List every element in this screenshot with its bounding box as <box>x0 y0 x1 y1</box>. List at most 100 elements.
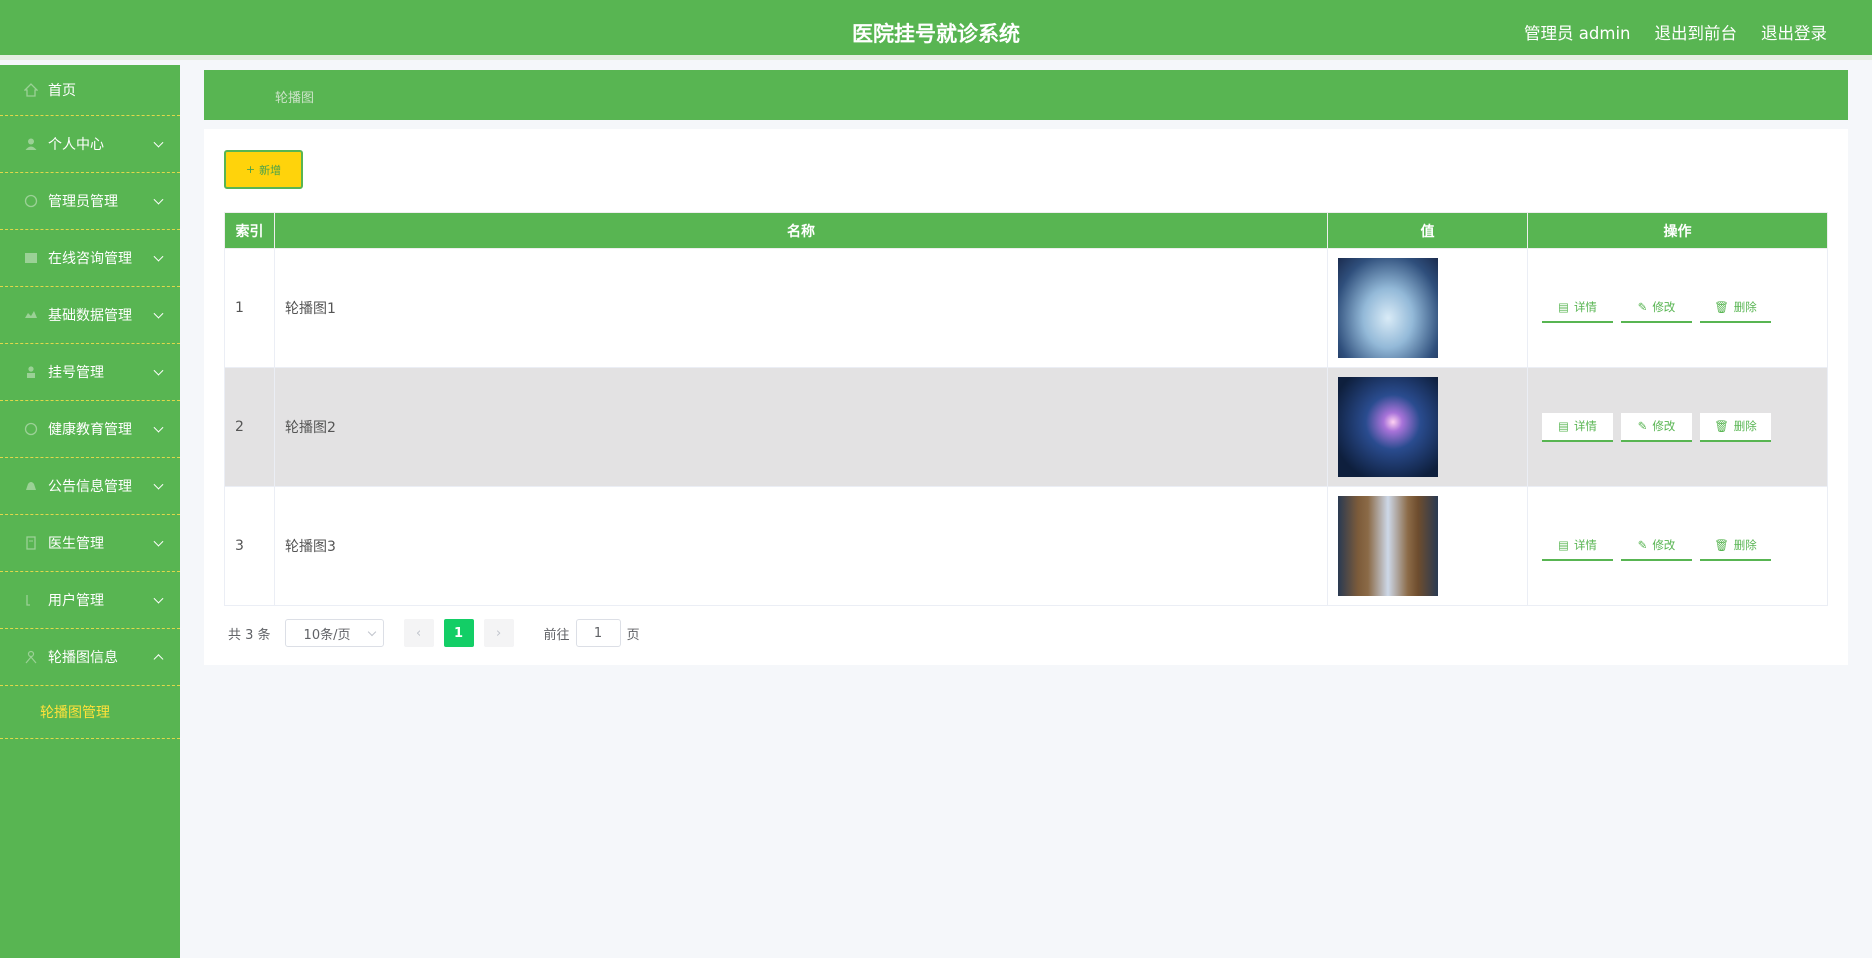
pencil-icon: ✎ <box>1637 300 1648 314</box>
delete-button[interactable]: 🗑 删除 <box>1700 412 1771 442</box>
sidebar-item-home[interactable]: 首页 <box>0 65 180 116</box>
sidebar-item-label: 公告信息管理 <box>48 479 132 495</box>
bell-icon <box>24 479 38 493</box>
detail-button[interactable]: ▤ 详情 <box>1542 412 1613 442</box>
sidebar-item-label: 首页 <box>48 83 76 99</box>
chevron-down-icon <box>153 137 164 148</box>
document-icon: ▤ <box>1558 538 1569 552</box>
next-page-button[interactable]: › <box>483 619 514 647</box>
chevron-left-icon: ‹ <box>415 625 422 641</box>
trash-icon: 🗑 <box>1714 419 1729 433</box>
home-icon <box>24 83 38 97</box>
circle-icon <box>24 194 38 208</box>
sidebar-subitem-carousel-management[interactable]: 轮播图管理 <box>0 686 180 739</box>
page-number-current[interactable]: 1 <box>443 619 474 647</box>
sidebar-item-users[interactable]: 用户管理 <box>0 572 180 629</box>
carousel-table: 索引 名称 值 操作 1 轮播图1 ▤ 详情 ✎ 修改 🗑 删除 2 轮播图2 … <box>224 212 1828 606</box>
edit-label: 修改 <box>1652 419 1676 433</box>
breadcrumb-current: 轮播图 <box>275 91 315 106</box>
to-front-link[interactable]: 退出到前台 <box>1655 20 1738 44</box>
logout-link[interactable]: 退出登录 <box>1761 20 1827 44</box>
edit-button[interactable]: ✎ 修改 <box>1621 412 1692 442</box>
pagination: 共 3 条 10条/页 ‹ 1 › 前往 页 <box>228 619 640 647</box>
sidebar-item-admin-management[interactable]: 管理员管理 <box>0 173 180 230</box>
detail-button[interactable]: ▤ 详情 <box>1542 293 1613 323</box>
table-row: 1 轮播图1 ▤ 详情 ✎ 修改 🗑 删除 <box>224 248 1828 368</box>
row-index: 3 <box>224 486 275 606</box>
detail-button[interactable]: ▤ 详情 <box>1542 531 1613 561</box>
table-row: 3 轮播图3 ▤ 详情 ✎ 修改 🗑 删除 <box>224 486 1828 606</box>
edit-label: 修改 <box>1652 300 1676 314</box>
edit-button[interactable]: ✎ 修改 <box>1621 531 1692 561</box>
database-icon <box>24 308 38 322</box>
row-name: 轮播图2 <box>274 367 1328 487</box>
sidebar-item-announcements[interactable]: 公告信息管理 <box>0 458 180 515</box>
grid-icon <box>24 251 38 265</box>
chevron-down-icon <box>153 251 164 262</box>
total-count: 共 3 条 <box>228 627 271 643</box>
circle-icon <box>24 422 38 436</box>
carousel-thumbnail[interactable] <box>1338 377 1438 477</box>
row-actions: ▤ 详情 ✎ 修改 🗑 删除 <box>1527 367 1828 487</box>
edit-label: 修改 <box>1652 538 1676 552</box>
sidebar-item-carousel-info[interactable]: 轮播图信息 <box>0 629 180 686</box>
detail-label: 详情 <box>1573 538 1597 552</box>
page-suffix: 页 <box>626 627 640 643</box>
chevron-down-icon <box>153 365 164 376</box>
row-name: 轮播图3 <box>274 486 1328 606</box>
sidebar-item-registration[interactable]: 挂号管理 <box>0 344 180 401</box>
page-size-select[interactable]: 10条/页 <box>284 619 384 647</box>
breadcrumb: 轮播图 <box>204 70 1848 120</box>
pencil-icon: ✎ <box>1637 538 1648 552</box>
sidebar-item-health-education[interactable]: 健康教育管理 <box>0 401 180 458</box>
delete-label: 删除 <box>1733 538 1757 552</box>
sidebar-item-online-consult[interactable]: 在线咨询管理 <box>0 230 180 287</box>
image-icon <box>24 650 38 664</box>
column-header-name[interactable]: 名称 <box>274 212 1328 249</box>
detail-label: 详情 <box>1573 419 1597 433</box>
chevron-right-icon: › <box>495 625 502 641</box>
sidebar-item-label: 健康教育管理 <box>48 422 132 438</box>
delete-button[interactable]: 🗑 删除 <box>1700 531 1771 561</box>
detail-label: 详情 <box>1573 300 1597 314</box>
carousel-thumbnail[interactable] <box>1338 258 1438 358</box>
row-name: 轮播图1 <box>274 248 1328 368</box>
sidebar-item-basic-data[interactable]: 基础数据管理 <box>0 287 180 344</box>
delete-button[interactable]: 🗑 删除 <box>1700 293 1771 323</box>
person-icon <box>24 365 38 379</box>
sidebar-item-label: 医生管理 <box>48 536 104 552</box>
page-size-value: 10条/页 <box>303 627 351 643</box>
column-header-index[interactable]: 索引 <box>224 212 275 249</box>
admin-user-label: 管理员 admin <box>1524 24 1631 43</box>
table-row: 2 轮播图2 ▤ 详情 ✎ 修改 🗑 删除 <box>224 367 1828 487</box>
row-value <box>1327 248 1528 368</box>
add-button[interactable]: + 新增 <box>224 150 303 189</box>
prev-page-button[interactable]: ‹ <box>403 619 434 647</box>
main-panel: + 新增 索引 名称 值 操作 1 轮播图1 ▤ 详情 ✎ 修改 🗑 删除 2 … <box>204 129 1848 665</box>
user-icon <box>24 137 38 151</box>
sidebar-item-personal-center[interactable]: 个人中心 <box>0 116 180 173</box>
row-value <box>1327 486 1528 606</box>
edit-button[interactable]: ✎ 修改 <box>1621 293 1692 323</box>
column-header-value[interactable]: 值 <box>1327 212 1528 249</box>
sidebar-item-label: 个人中心 <box>48 137 104 153</box>
row-index: 1 <box>224 248 275 368</box>
add-button-label: 新增 <box>259 163 282 177</box>
sidebar-item-label: 用户管理 <box>48 593 104 609</box>
sidebar: 首页 个人中心 管理员管理 在线咨询管理 基础数据管理 挂号管理 健康教育管理 … <box>0 65 180 958</box>
chevron-up-icon <box>153 654 164 665</box>
chevron-down-icon <box>153 536 164 547</box>
delete-label: 删除 <box>1733 419 1757 433</box>
chevron-down-icon <box>153 593 164 604</box>
document-icon: ▤ <box>1558 419 1569 433</box>
carousel-thumbnail[interactable] <box>1338 496 1438 596</box>
doctor-icon <box>24 536 38 550</box>
column-header-actions: 操作 <box>1527 212 1828 249</box>
row-value <box>1327 367 1528 487</box>
trash-icon: 🗑 <box>1714 300 1729 314</box>
chevron-down-icon <box>153 479 164 490</box>
sidebar-item-label: 轮播图信息 <box>48 650 118 666</box>
chevron-down-icon <box>153 308 164 319</box>
goto-page-input[interactable] <box>575 619 621 647</box>
sidebar-item-doctors[interactable]: 医生管理 <box>0 515 180 572</box>
